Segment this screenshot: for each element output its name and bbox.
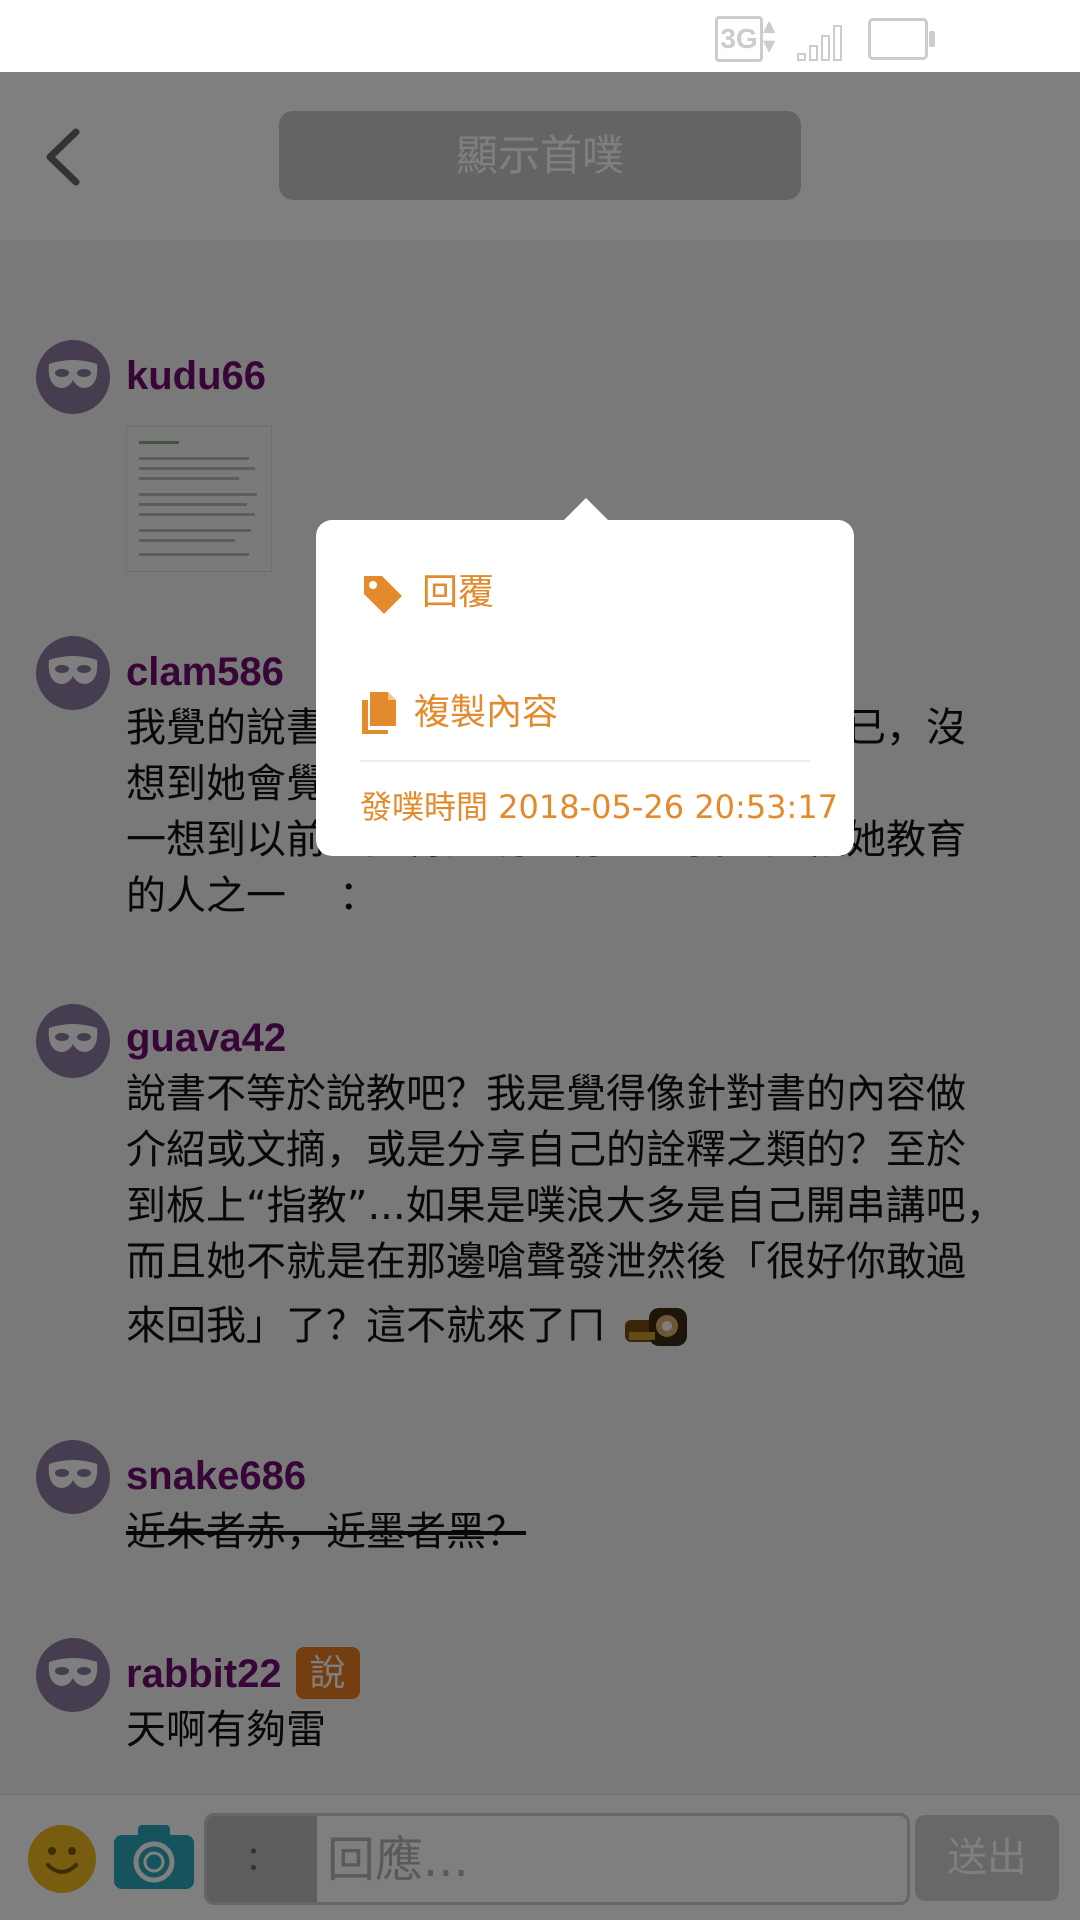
popup-pointer	[562, 498, 610, 522]
reply-menu-label: 回覆	[422, 572, 495, 613]
copy-content-menu-item[interactable]: 複製內容	[316, 668, 854, 758]
copy-content-menu-label: 複製內容	[414, 692, 559, 733]
modal-backdrop[interactable]	[0, 72, 1080, 1920]
post-timestamp: 發噗時間 2018-05-26 20:53:17	[360, 788, 839, 826]
context-menu: 回覆 複製內容 發噗時間 2018-05-26 20:53:17	[316, 520, 854, 856]
reply-menu-item[interactable]: 回覆	[316, 548, 854, 638]
status-bar: 3G ▲ ▼	[0, 0, 1080, 72]
battery-icon	[868, 18, 935, 60]
copy-icon	[362, 692, 396, 734]
network-type-indicator: 3G	[715, 16, 763, 62]
data-activity-icon: ▲ ▼	[763, 16, 776, 55]
divider	[360, 760, 810, 762]
signal-strength-icon	[797, 25, 842, 61]
tag-icon	[364, 576, 402, 614]
